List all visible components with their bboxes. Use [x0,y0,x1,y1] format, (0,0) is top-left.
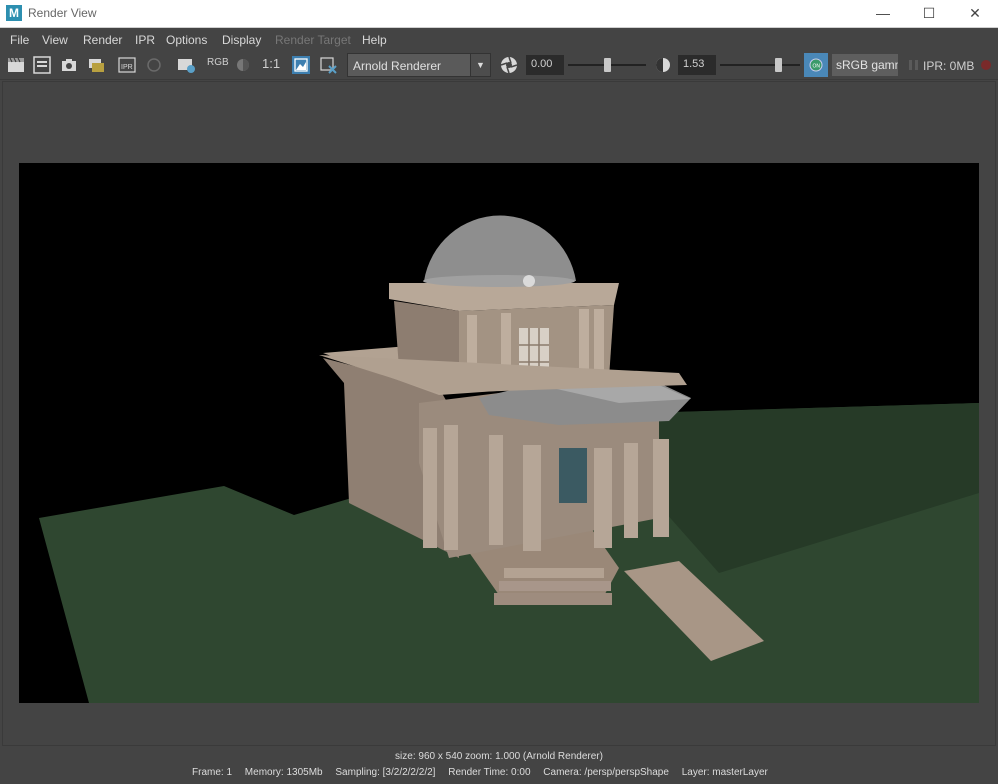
exposure-aperture-icon[interactable] [499,55,519,75]
render-stats: Frame: 1 Memory: 1305Mb Sampling: [3/2/2… [192,767,778,778]
front-door [559,448,587,503]
render-size-info: size: 960 x 540 zoom: 1.000 (Arnold Rend… [395,751,603,762]
title-bar: M Render View — ☐ ✕ [0,0,998,28]
render-sequence-icon[interactable] [86,55,106,75]
svg-text:IPR: IPR [121,64,133,71]
renderer-select[interactable]: Arnold Renderer ▼ [347,53,491,77]
rendered-image[interactable] [19,163,979,703]
color-space-field[interactable]: sRGB gamma [832,54,898,76]
render-settings-icon[interactable] [176,55,196,75]
menu-view[interactable]: View [42,33,68,47]
menu-bar: File View Render IPR Options Display Ren… [0,29,998,51]
refresh-ipr-icon [147,58,161,72]
real-size-label[interactable]: 1:1 [262,56,280,71]
maya-app-icon: M [6,5,22,21]
sampling-info: Sampling: [3/2/2/2/2/2] [335,767,436,778]
ipr-render-icon[interactable]: IPR [117,55,137,75]
gamma-contrast-icon[interactable] [653,55,673,75]
gamma-slider-handle[interactable] [774,58,782,72]
clapboard-render-icon[interactable] [6,55,26,75]
menu-display[interactable]: Display [222,33,261,47]
frame-info: Frame: 1 [192,767,233,778]
remove-image-icon[interactable] [318,55,338,75]
gamma-slider[interactable] [720,64,800,66]
ipr-memory-label: IPR: 0MB [923,59,975,73]
menu-ipr[interactable]: IPR [135,33,155,47]
close-button[interactable]: ✕ [952,0,998,28]
maximize-button[interactable]: ☐ [906,0,952,28]
render-region-icon[interactable] [32,55,52,75]
memory-info: Memory: 1305Mb [244,767,323,778]
exposure-field[interactable]: 0.00 [526,55,564,75]
stop-ipr-icon[interactable] [976,55,996,75]
toolbar: IPR RGB 1:1 Arnold Renderer ▼ 0.00 1.53 … [0,51,998,80]
snapshot-camera-icon[interactable] [59,55,79,75]
layer-info: Layer: masterLayer [681,767,768,778]
chevron-down-icon: ▼ [470,54,490,76]
window-title: Render View [28,6,97,20]
minimize-button[interactable]: — [860,0,906,28]
render-time-info: Render Time: 0:00 [448,767,531,778]
color-management-toggle-icon[interactable]: ON [804,53,828,77]
menu-file[interactable]: File [10,33,29,47]
menu-help[interactable]: Help [362,33,387,47]
gamma-field[interactable]: 1.53 [678,55,716,75]
renderer-select-value: Arnold Renderer [353,59,442,73]
camera-info: Camera: /persp/perspShape [543,767,669,778]
menu-options[interactable]: Options [166,33,207,47]
menu-render-target: Render Target [275,33,351,47]
exposure-slider-handle[interactable] [604,58,611,72]
display-image-icon[interactable] [291,55,311,75]
svg-text:ON: ON [813,64,821,70]
alpha-channel-icon[interactable] [233,55,253,75]
menu-render[interactable]: Render [83,33,122,47]
rendered-scene-image [19,163,979,703]
rgb-channel-label[interactable]: RGB [207,57,229,68]
pause-icon[interactable] [904,55,924,75]
